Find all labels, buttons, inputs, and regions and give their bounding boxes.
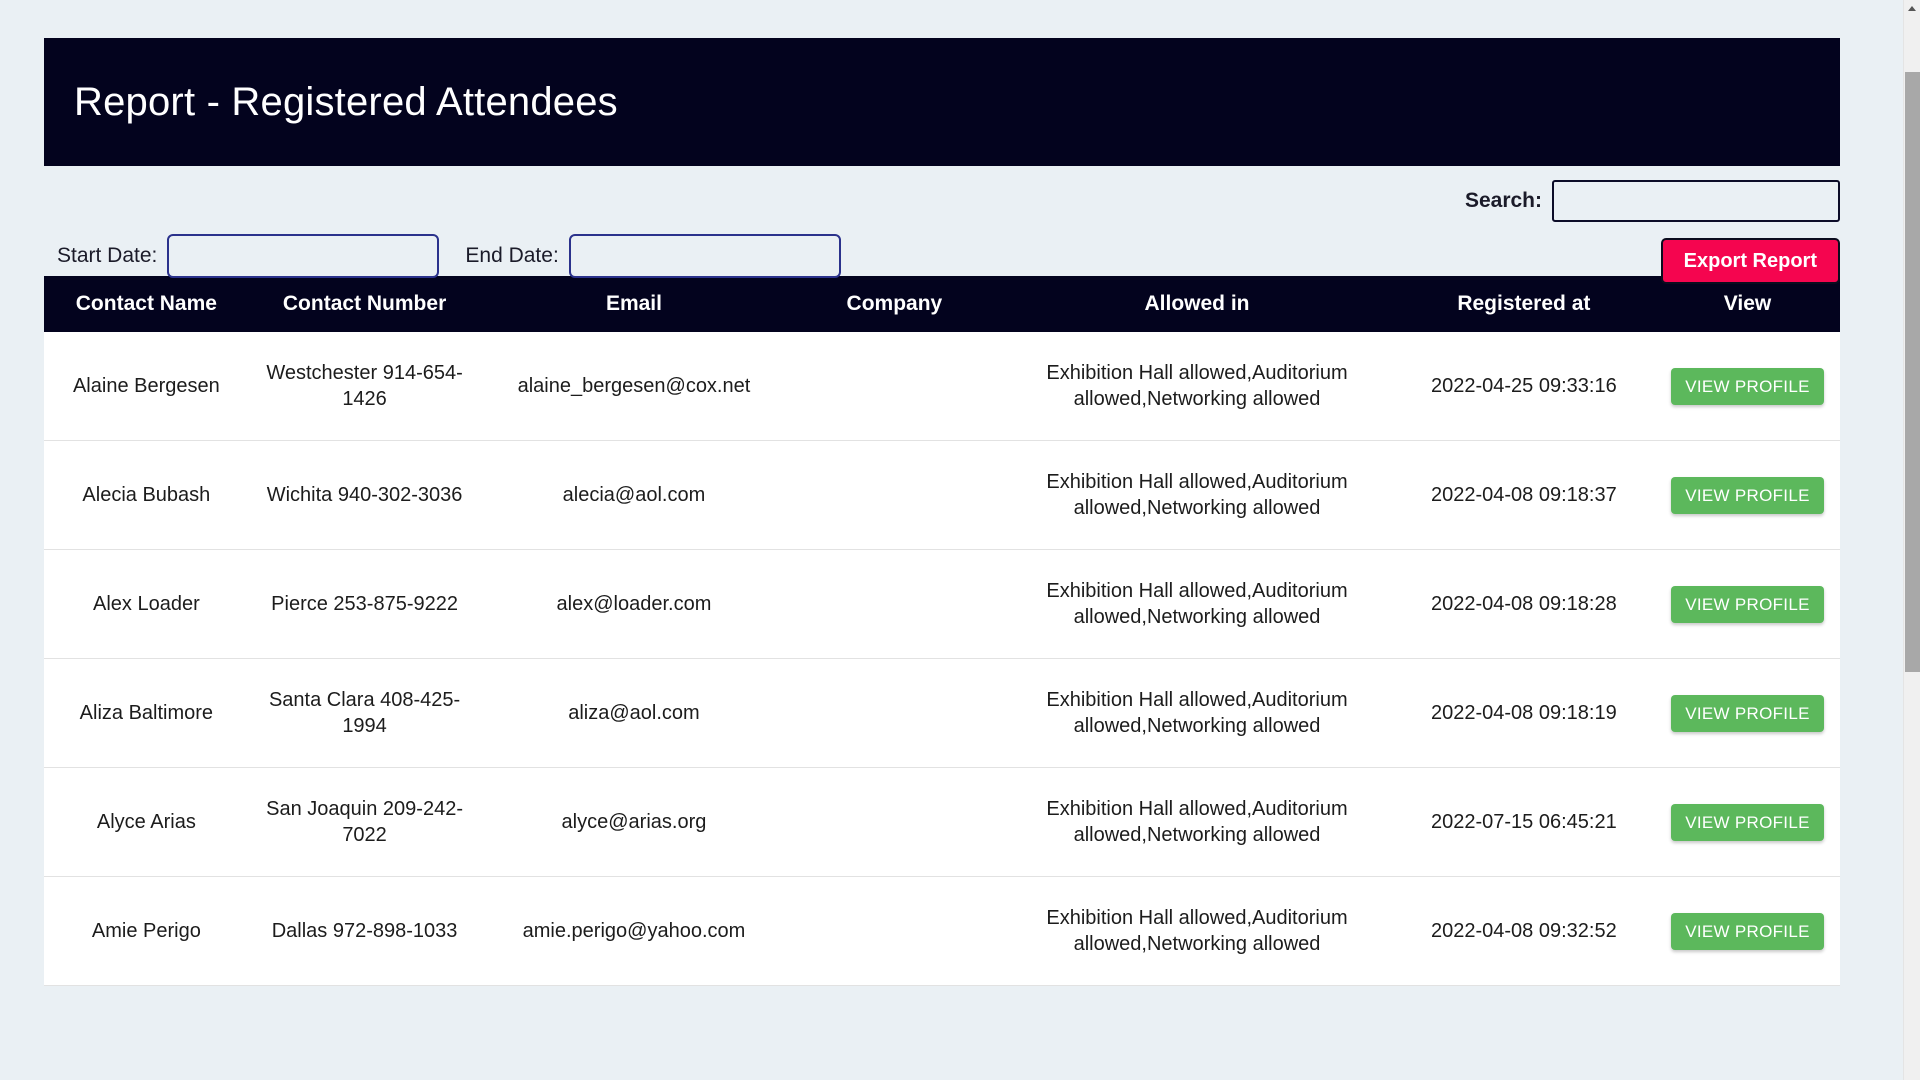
- cell-contact-number: Wichita 940-302-3036: [248, 440, 481, 550]
- cell-registered-at: 2022-07-15 06:45:21: [1392, 767, 1655, 877]
- vertical-scrollbar[interactable]: [1903, 0, 1920, 1080]
- table-row: Alecia Bubash Wichita 940-302-3036 alecia@…: [44, 440, 1840, 550]
- cell-company: [787, 767, 1002, 877]
- cell-contact-number: Dallas 972-898-1033: [248, 876, 481, 986]
- cell-contact-number: Pierce 253-875-9222: [248, 549, 481, 659]
- cell-registered-at: 2022-04-08 09:18:19: [1392, 658, 1655, 768]
- cell-company: [787, 440, 1002, 550]
- end-date-input[interactable]: [568, 234, 841, 278]
- table-row: Aliza Baltimore Santa Clara 408-425-1994 a…: [44, 658, 1840, 768]
- date-filter-group: Start Date: End Date:: [57, 234, 841, 278]
- export-report-button[interactable]: Export Report: [1660, 238, 1840, 284]
- search-input[interactable]: [1552, 180, 1840, 222]
- cell-registered-at: 2022-04-08 09:32:52: [1392, 876, 1655, 986]
- column-header-registered-at[interactable]: Registered at: [1392, 276, 1655, 332]
- page-title: Report - Registered Attendees: [74, 79, 618, 124]
- column-header-allowed-in[interactable]: Allowed in: [1001, 276, 1393, 332]
- cell-contact-number: Westchester 914-654-1426: [248, 332, 481, 441]
- cell-email: alex@loader.com: [480, 549, 788, 659]
- table-row: Amie Perigo Dallas 972-898-1033 amie.perig…: [44, 876, 1840, 986]
- attendees-table: Contact Name Contact Number Email Compan…: [44, 276, 1840, 986]
- filter-controls: Search: Export Report Start Date: End Da…: [44, 166, 1840, 284]
- table-header: Contact Name Contact Number Email Compan…: [44, 276, 1840, 332]
- cell-contact-number: Santa Clara 408-425-1994: [248, 658, 481, 768]
- column-header-contact-number[interactable]: Contact Number: [248, 276, 481, 332]
- table-row: Alyce Arias San Joaquin 209-242-7022 alyce…: [44, 767, 1840, 877]
- cell-view: VIEW PROFILE: [1654, 876, 1840, 986]
- cell-contact-name: Alex Loader: [44, 549, 249, 659]
- scrollbar-thumb[interactable]: [1905, 72, 1920, 672]
- view-profile-button[interactable]: VIEW PROFILE: [1671, 585, 1824, 623]
- table-header-row: Contact Name Contact Number Email Compan…: [44, 276, 1840, 332]
- cell-view: VIEW PROFILE: [1654, 658, 1840, 768]
- end-date-label: End Date:: [465, 244, 559, 267]
- view-profile-button[interactable]: VIEW PROFILE: [1671, 476, 1824, 514]
- column-header-view[interactable]: View: [1654, 276, 1840, 332]
- cell-contact-name: Amie Perigo: [44, 876, 249, 986]
- view-profile-button[interactable]: VIEW PROFILE: [1671, 367, 1824, 405]
- cell-allowed-in: Exhibition Hall allowed,Auditorium allow…: [1001, 549, 1393, 659]
- cell-company: [787, 332, 1002, 441]
- view-profile-button[interactable]: VIEW PROFILE: [1671, 803, 1824, 841]
- cell-email: alaine_bergesen@cox.net: [480, 332, 788, 441]
- cell-contact-name: Aliza Baltimore: [44, 658, 249, 768]
- cell-view: VIEW PROFILE: [1654, 549, 1840, 659]
- table-row: Alaine Bergesen Westchester 914-654-1426 a…: [44, 332, 1840, 441]
- start-date-input[interactable]: [167, 234, 440, 278]
- cell-registered-at: 2022-04-08 09:18:28: [1392, 549, 1655, 659]
- cell-view: VIEW PROFILE: [1654, 332, 1840, 441]
- cell-allowed-in: Exhibition Hall allowed,Auditorium allow…: [1001, 440, 1393, 550]
- scroll-up-arrow-icon[interactable]: [1904, 0, 1920, 17]
- search-group: Search:: [1465, 180, 1840, 222]
- cell-company: [787, 658, 1002, 768]
- report-title-banner: Report - Registered Attendees: [44, 38, 1840, 166]
- cell-email: alecia@aol.com: [480, 440, 788, 550]
- cell-allowed-in: Exhibition Hall allowed,Auditorium allow…: [1001, 658, 1393, 768]
- cell-email: alyce@arias.org: [480, 767, 788, 877]
- cell-allowed-in: Exhibition Hall allowed,Auditorium allow…: [1001, 767, 1393, 877]
- cell-view: VIEW PROFILE: [1654, 767, 1840, 877]
- cell-company: [787, 549, 1002, 659]
- cell-contact-name: Alaine Bergesen: [44, 332, 249, 441]
- column-header-company[interactable]: Company: [787, 276, 1002, 332]
- cell-email: aliza@aol.com: [480, 658, 788, 768]
- view-profile-button[interactable]: VIEW PROFILE: [1671, 694, 1824, 732]
- cell-email: amie.perigo@yahoo.com: [480, 876, 788, 986]
- cell-company: [787, 876, 1002, 986]
- cell-registered-at: 2022-04-08 09:18:37: [1392, 440, 1655, 550]
- page-root: Report - Registered Attendees Search: Ex…: [0, 0, 1920, 1080]
- column-header-contact-name[interactable]: Contact Name: [44, 276, 249, 332]
- view-profile-button[interactable]: VIEW PROFILE: [1671, 912, 1824, 950]
- cell-contact-number: San Joaquin 209-242-7022: [248, 767, 481, 877]
- start-date-label: Start Date:: [57, 244, 158, 267]
- cell-contact-name: Alyce Arias: [44, 767, 249, 877]
- table-row: Alex Loader Pierce 253-875-9222 alex@loade…: [44, 549, 1840, 659]
- cell-allowed-in: Exhibition Hall allowed,Auditorium allow…: [1001, 876, 1393, 986]
- column-header-email[interactable]: Email: [480, 276, 788, 332]
- cell-allowed-in: Exhibition Hall allowed,Auditorium allow…: [1001, 332, 1393, 441]
- page-content: Report - Registered Attendees Search: Ex…: [44, 0, 1840, 986]
- cell-view: VIEW PROFILE: [1654, 440, 1840, 550]
- table-body: Alaine Bergesen Westchester 914-654-1426 a…: [44, 332, 1840, 986]
- cell-registered-at: 2022-04-25 09:33:16: [1392, 332, 1655, 441]
- search-label: Search:: [1464, 189, 1542, 212]
- cell-contact-name: Alecia Bubash: [44, 440, 249, 550]
